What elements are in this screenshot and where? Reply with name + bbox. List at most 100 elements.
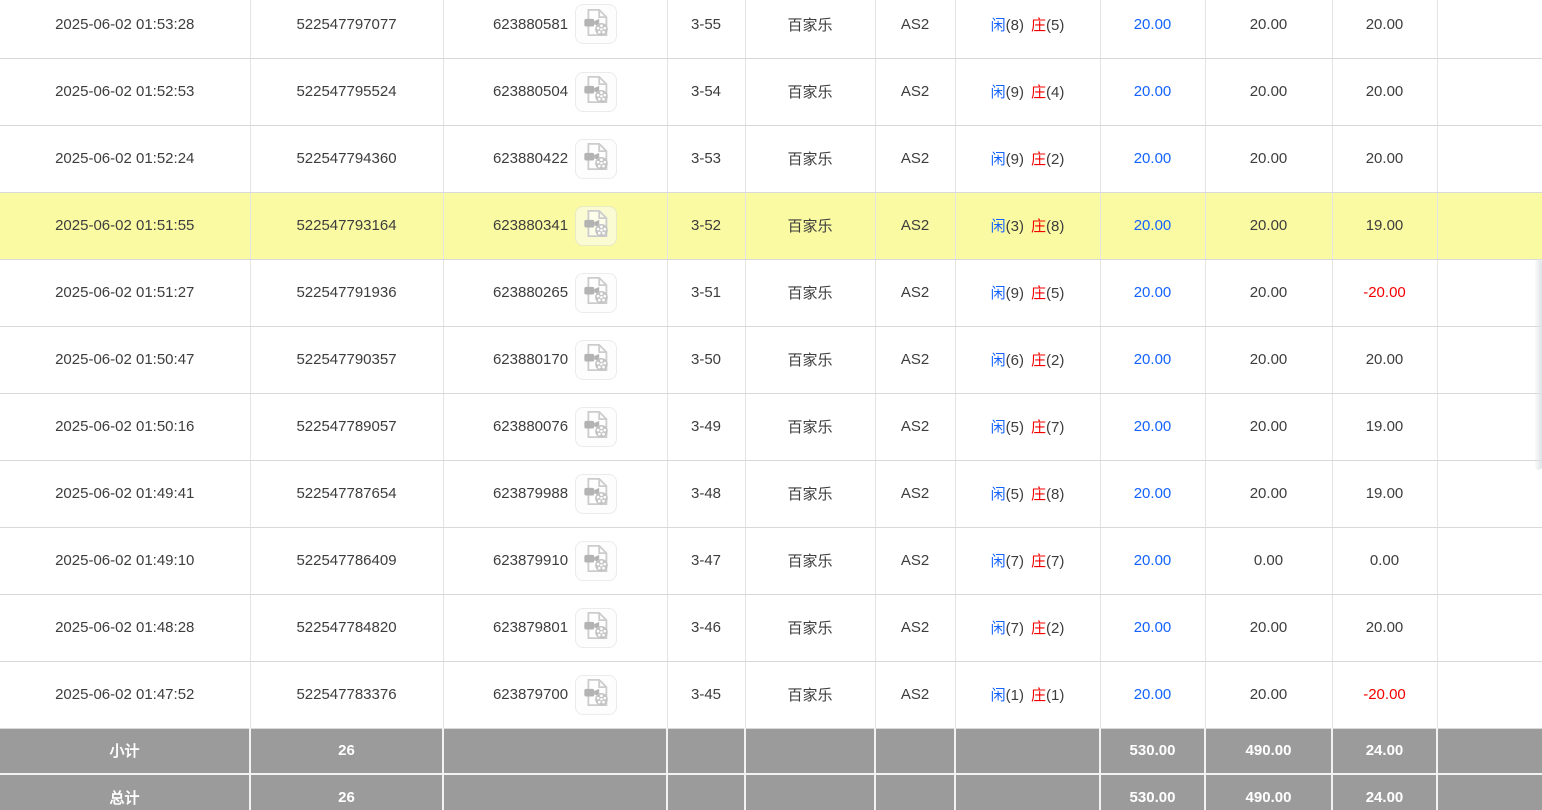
empty-cell bbox=[1437, 460, 1542, 527]
bet-amount-link[interactable]: 20.00 bbox=[1100, 460, 1205, 527]
banker-result-label: 庄 bbox=[1031, 285, 1046, 302]
record-row[interactable]: 2025-06-02 01:47:52 522547783376 6238797… bbox=[0, 661, 1542, 728]
winloss-cell: -20.00 bbox=[1332, 661, 1437, 728]
summary-count-cell: 26 bbox=[250, 728, 443, 774]
bet-amount-link[interactable]: 20.00 bbox=[1100, 259, 1205, 326]
game-number-cell: 623879700 bbox=[443, 661, 667, 728]
bet-amount-link[interactable]: 20.00 bbox=[1100, 0, 1205, 58]
game-type-cell: 百家乐 bbox=[745, 460, 875, 527]
game-number-text: 623880076 bbox=[493, 418, 568, 435]
result-cell: 闲(1)庄(1) bbox=[955, 661, 1100, 728]
record-row[interactable]: 2025-06-02 01:50:16 522547789057 6238800… bbox=[0, 393, 1542, 460]
round-cell: 3-48 bbox=[667, 460, 745, 527]
player-result-points: (5) bbox=[1006, 486, 1024, 503]
result-cell: 闲(8)庄(5) bbox=[955, 0, 1100, 58]
record-row[interactable]: 2025-06-02 01:52:24 522547794360 6238804… bbox=[0, 125, 1542, 192]
empty-cell bbox=[1437, 0, 1542, 58]
video-replay-button[interactable] bbox=[575, 206, 617, 246]
record-row[interactable]: 2025-06-02 01:53:28 522547797077 6238805… bbox=[0, 0, 1542, 58]
video-replay-button[interactable] bbox=[575, 541, 617, 581]
winloss-cell: -20.00 bbox=[1332, 259, 1437, 326]
video-replay-button[interactable] bbox=[575, 675, 617, 715]
bet-number-cell: 522547793164 bbox=[250, 192, 443, 259]
empty-cell bbox=[1437, 326, 1542, 393]
record-row[interactable]: 2025-06-02 01:49:10 522547786409 6238799… bbox=[0, 527, 1542, 594]
summary-valid-total-cell: 490.00 bbox=[1205, 728, 1332, 774]
summary-count-cell: 26 bbox=[250, 774, 443, 810]
video-replay-button[interactable] bbox=[575, 340, 617, 380]
round-cell: 3-51 bbox=[667, 259, 745, 326]
video-replay-button[interactable] bbox=[575, 407, 617, 447]
result-cell: 闲(9)庄(2) bbox=[955, 125, 1100, 192]
video-file-icon bbox=[583, 142, 610, 175]
table-name-cell: AS2 bbox=[875, 661, 955, 728]
video-replay-button[interactable] bbox=[575, 139, 617, 179]
game-number-text: 623880422 bbox=[493, 150, 568, 167]
player-result-points: (7) bbox=[1006, 620, 1024, 637]
game-number-text: 623879801 bbox=[493, 619, 568, 636]
game-number-cell: 623880076 bbox=[443, 393, 667, 460]
winloss-cell: 19.00 bbox=[1332, 192, 1437, 259]
banker-result-label: 庄 bbox=[1031, 218, 1046, 235]
vertical-scrollbar-thumb[interactable] bbox=[1535, 259, 1542, 470]
game-number-text: 623880265 bbox=[493, 284, 568, 301]
bet-amount-link[interactable]: 20.00 bbox=[1100, 125, 1205, 192]
player-result-points: (9) bbox=[1006, 84, 1024, 101]
table-name-cell: AS2 bbox=[875, 326, 955, 393]
record-row[interactable]: 2025-06-02 01:51:55 522547793164 6238803… bbox=[0, 192, 1542, 259]
video-replay-button[interactable] bbox=[575, 608, 617, 648]
video-replay-button[interactable] bbox=[575, 474, 617, 514]
table-name-cell: AS2 bbox=[875, 58, 955, 125]
banker-result-points: (2) bbox=[1046, 352, 1064, 369]
bet-amount-link[interactable]: 20.00 bbox=[1100, 393, 1205, 460]
result-cell: 闲(3)庄(8) bbox=[955, 192, 1100, 259]
game-type-cell: 百家乐 bbox=[745, 326, 875, 393]
record-row[interactable]: 2025-06-02 01:49:41 522547787654 6238799… bbox=[0, 460, 1542, 527]
record-row[interactable]: 2025-06-02 01:52:53 522547795524 6238805… bbox=[0, 58, 1542, 125]
round-cell: 3-50 bbox=[667, 326, 745, 393]
empty-cell bbox=[1437, 192, 1542, 259]
summary-bet-total-cell: 530.00 bbox=[1100, 774, 1205, 810]
summary-empty-cell bbox=[443, 728, 667, 774]
banker-result-label: 庄 bbox=[1031, 84, 1046, 101]
bet-amount-link[interactable]: 20.00 bbox=[1100, 527, 1205, 594]
empty-cell bbox=[1437, 393, 1542, 460]
bet-amount-link[interactable]: 20.00 bbox=[1100, 594, 1205, 661]
bet-time-cell: 2025-06-02 01:53:28 bbox=[0, 0, 250, 58]
bet-time-cell: 2025-06-02 01:52:24 bbox=[0, 125, 250, 192]
winloss-cell: 19.00 bbox=[1332, 393, 1437, 460]
banker-result-points: (8) bbox=[1046, 218, 1064, 235]
banker-result-points: (1) bbox=[1046, 687, 1064, 704]
bet-number-cell: 522547786409 bbox=[250, 527, 443, 594]
bet-amount-link[interactable]: 20.00 bbox=[1100, 192, 1205, 259]
banker-result-points: (7) bbox=[1046, 419, 1064, 436]
player-result-points: (9) bbox=[1006, 285, 1024, 302]
record-row[interactable]: 2025-06-02 01:50:47 522547790357 6238801… bbox=[0, 326, 1542, 393]
record-row[interactable]: 2025-06-02 01:48:28 522547784820 6238798… bbox=[0, 594, 1542, 661]
valid-amount-cell: 20.00 bbox=[1205, 594, 1332, 661]
game-number-cell: 623880581 bbox=[443, 0, 667, 58]
video-replay-button[interactable] bbox=[575, 4, 617, 44]
empty-cell bbox=[1437, 661, 1542, 728]
player-result-label: 闲 bbox=[991, 687, 1006, 704]
bet-amount-link[interactable]: 20.00 bbox=[1100, 326, 1205, 393]
summary-empty-cell bbox=[1437, 774, 1542, 810]
banker-result-label: 庄 bbox=[1031, 553, 1046, 570]
record-row[interactable]: 2025-06-02 01:51:27 522547791936 6238802… bbox=[0, 259, 1542, 326]
player-result-points: (9) bbox=[1006, 151, 1024, 168]
video-file-icon bbox=[583, 209, 610, 242]
banker-result-points: (7) bbox=[1046, 553, 1064, 570]
video-replay-button[interactable] bbox=[575, 72, 617, 112]
game-number-text: 623879988 bbox=[493, 485, 568, 502]
bet-time-cell: 2025-06-02 01:50:47 bbox=[0, 326, 250, 393]
video-replay-button[interactable] bbox=[575, 273, 617, 313]
valid-amount-cell: 20.00 bbox=[1205, 0, 1332, 58]
game-type-cell: 百家乐 bbox=[745, 58, 875, 125]
bet-amount-link[interactable]: 20.00 bbox=[1100, 661, 1205, 728]
game-number-text: 623880581 bbox=[493, 16, 568, 33]
winloss-cell: 20.00 bbox=[1332, 0, 1437, 58]
bet-time-cell: 2025-06-02 01:48:28 bbox=[0, 594, 250, 661]
winloss-cell: 20.00 bbox=[1332, 326, 1437, 393]
bet-amount-link[interactable]: 20.00 bbox=[1100, 58, 1205, 125]
banker-result-points: (5) bbox=[1046, 17, 1064, 34]
